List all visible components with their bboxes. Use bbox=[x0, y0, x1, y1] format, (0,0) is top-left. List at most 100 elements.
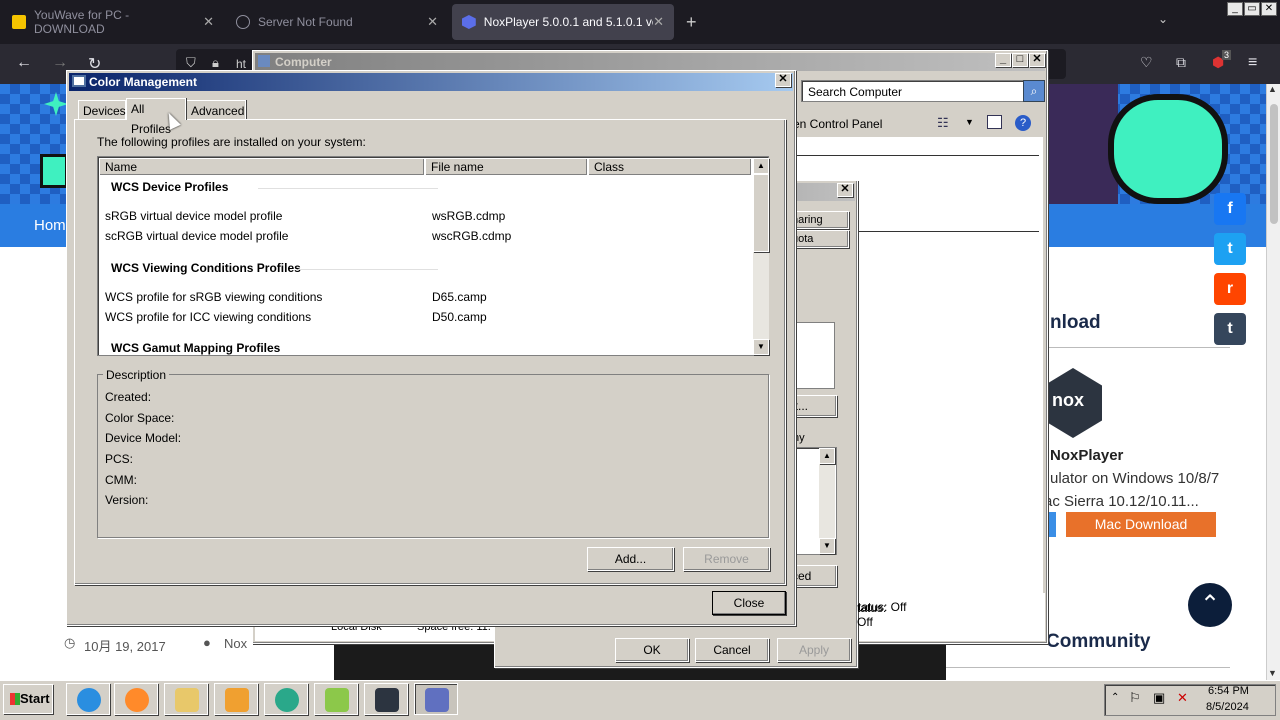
user-icon: ● bbox=[203, 635, 211, 650]
view-options-icon[interactable]: ☷ bbox=[937, 115, 949, 131]
new-tab-button[interactable]: + bbox=[686, 12, 697, 33]
add-profile-button[interactable]: Add... bbox=[587, 547, 674, 571]
tab-sharing[interactable]: haring bbox=[791, 211, 849, 229]
scroll-up-arrow-icon[interactable]: ▲ bbox=[1268, 84, 1277, 94]
description-group bbox=[97, 374, 769, 538]
group-wcs-device-profiles: WCS Device Profiles bbox=[111, 180, 229, 194]
scroll-down-arrow-icon[interactable]: ▼ bbox=[753, 339, 769, 355]
facebook-share-icon[interactable]: f bbox=[1214, 193, 1246, 225]
group-wcs-viewing-conditions-profiles: WCS Viewing Conditions Profiles bbox=[111, 261, 301, 275]
tab-quota[interactable]: uota bbox=[791, 230, 849, 248]
network-icon[interactable]: ▣ bbox=[1153, 690, 1165, 706]
windows-download-button[interactable] bbox=[1048, 512, 1056, 537]
flag-icon[interactable]: ⚐ bbox=[1129, 690, 1141, 706]
scroll-down-arrow-icon[interactable]: ▼ bbox=[819, 538, 835, 554]
permissions-scrollbar[interactable]: ▲ ▼ bbox=[819, 448, 835, 554]
maximize-button[interactable]: □ bbox=[1012, 53, 1028, 67]
close-tab-icon[interactable]: ✕ bbox=[653, 14, 664, 30]
search-input[interactable]: Search Computer bbox=[801, 80, 1025, 102]
description-legend: Description bbox=[103, 368, 170, 382]
close-window-button[interactable]: ✕ bbox=[1261, 2, 1277, 16]
reddit-share-icon[interactable]: r bbox=[1214, 273, 1246, 305]
chevron-down-icon[interactable]: ▼ bbox=[965, 117, 974, 127]
post-author[interactable]: Nox bbox=[224, 636, 247, 651]
remove-profile-button[interactable]: Remove bbox=[683, 547, 770, 571]
internet-explorer-icon[interactable] bbox=[66, 683, 110, 715]
firefox-icon[interactable] bbox=[114, 683, 158, 715]
scroll-up-arrow-icon[interactable]: ▲ bbox=[819, 448, 835, 464]
pocket-icon[interactable]: ♡ bbox=[1140, 54, 1153, 71]
close-dialog-button[interactable]: Close bbox=[712, 591, 786, 615]
mac-download-button[interactable]: Mac Download bbox=[1066, 512, 1216, 537]
scroll-down-arrow-icon[interactable]: ▼ bbox=[1268, 668, 1277, 678]
media-player-icon[interactable] bbox=[214, 683, 258, 715]
list-panel-header bbox=[793, 309, 835, 323]
close-tab-icon[interactable]: ✕ bbox=[203, 14, 214, 30]
minimize-window-button[interactable]: _ bbox=[1227, 2, 1243, 16]
cancel-button[interactable]: Cancel bbox=[695, 638, 769, 662]
search-icon[interactable]: ⌕ bbox=[1023, 80, 1045, 102]
info-circle-icon bbox=[236, 15, 250, 29]
advanced-button[interactable]: ced bbox=[791, 565, 837, 587]
edit-button[interactable]: it... bbox=[791, 395, 837, 417]
tab-noxplayer[interactable]: NoxPlayer 5.0.0.1 and 5.1.0.1 ve ✕ bbox=[452, 4, 674, 40]
scroll-thumb[interactable] bbox=[753, 174, 769, 252]
page-scrollbar[interactable]: ▲ ▼ bbox=[1266, 84, 1280, 680]
column-header-file-name[interactable]: File name bbox=[425, 158, 588, 176]
extensions-icon[interactable]: ⧉ bbox=[1176, 54, 1186, 71]
nav-home-link[interactable]: Hom bbox=[34, 217, 66, 234]
explorer-folder-icon[interactable] bbox=[164, 683, 208, 715]
computer-titlebar[interactable]: Computer bbox=[255, 53, 1045, 71]
maximize-window-button[interactable]: ▭ bbox=[1244, 2, 1260, 16]
control-panel-link[interactable]: en Control Panel bbox=[793, 117, 882, 131]
table-row[interactable]: WCS profile for sRGB viewing conditions … bbox=[98, 288, 752, 306]
divider bbox=[1046, 347, 1230, 348]
list-all-tabs-button[interactable]: ⌄ bbox=[1158, 12, 1168, 26]
profiles-list[interactable]: Name File name Class WCS Device Profiles… bbox=[97, 156, 769, 356]
group-wcs-gamut-mapping-profiles: WCS Gamut Mapping Profiles bbox=[111, 341, 281, 355]
color-management-icon bbox=[72, 75, 86, 87]
scroll-thumb[interactable] bbox=[1270, 104, 1278, 224]
back-to-top-button[interactable]: ⌃ bbox=[1188, 583, 1232, 627]
nox-app-icon[interactable] bbox=[364, 683, 408, 715]
browser-tab-bar: YouWave for PC - DOWNLOAD ✕ Server Not F… bbox=[0, 0, 1280, 44]
preview-pane-icon[interactable] bbox=[987, 115, 1002, 129]
apply-button[interactable]: Apply bbox=[777, 638, 851, 662]
close-button[interactable]: ✕ bbox=[775, 73, 791, 87]
table-row[interactable]: scRGB virtual device model profile wscRG… bbox=[98, 227, 752, 245]
tab-advanced[interactable]: Advanced bbox=[186, 100, 246, 120]
close-button[interactable]: ✕ bbox=[1029, 53, 1045, 67]
tumblr-share-icon[interactable]: t bbox=[1214, 313, 1246, 345]
color-management-titlebar[interactable]: Color Management bbox=[69, 73, 793, 91]
column-header-name[interactable]: Name bbox=[99, 158, 425, 176]
tab-devices[interactable]: Devices bbox=[78, 100, 126, 120]
table-row[interactable]: WCS profile for ICC viewing conditions D… bbox=[98, 308, 752, 326]
start-button[interactable]: Start bbox=[3, 684, 53, 714]
volume-muted-icon[interactable]: ✕ bbox=[1177, 690, 1188, 706]
scroll-up-arrow-icon[interactable]: ▲ bbox=[753, 158, 769, 174]
android-icon[interactable] bbox=[314, 683, 358, 715]
profile-file: D65.camp bbox=[432, 290, 487, 304]
close-tab-icon[interactable]: ✕ bbox=[427, 14, 438, 30]
ok-button[interactable]: OK bbox=[615, 638, 689, 662]
messenger-icon[interactable] bbox=[264, 683, 308, 715]
product-name[interactable]: NoxPlayer bbox=[1050, 447, 1123, 464]
back-button[interactable]: ← bbox=[16, 54, 32, 72]
post-date: 10月 19, 2017 bbox=[84, 639, 166, 654]
profiles-scrollbar[interactable]: ▲ ▼ bbox=[753, 158, 769, 355]
show-hidden-icons-icon[interactable]: ⌃ bbox=[1111, 692, 1119, 703]
close-button[interactable]: ✕ bbox=[837, 183, 853, 197]
tab-server-not-found[interactable]: Server Not Found ✕ bbox=[226, 4, 448, 40]
twitter-share-icon[interactable]: t bbox=[1214, 233, 1246, 265]
column-header-class[interactable]: Class bbox=[588, 158, 752, 176]
tab-youwave[interactable]: YouWave for PC - DOWNLOAD ✕ bbox=[2, 4, 224, 40]
table-row[interactable]: sRGB virtual device model profile wsRGB.… bbox=[98, 207, 752, 225]
tab-title: NoxPlayer 5.0.0.1 and 5.1.0.1 ve bbox=[483, 15, 654, 29]
app-menu-button[interactable]: ≡ bbox=[1248, 54, 1257, 72]
group-divider bbox=[258, 188, 438, 189]
minimize-button[interactable]: _ bbox=[995, 53, 1011, 67]
clock-time[interactable]: 6:54 PM bbox=[1208, 685, 1249, 697]
help-icon[interactable]: ? bbox=[1015, 115, 1031, 131]
clock-date[interactable]: 8/5/2024 bbox=[1206, 701, 1249, 713]
color-management-taskbar-icon[interactable] bbox=[414, 683, 458, 715]
